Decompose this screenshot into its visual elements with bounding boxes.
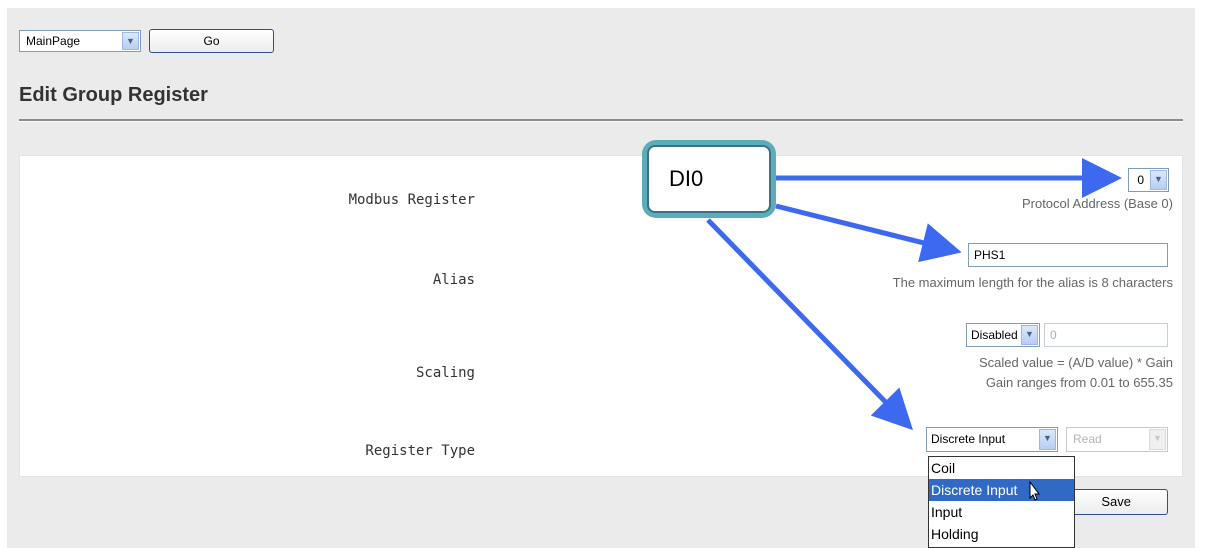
dropdown-option-holding[interactable]: Holding bbox=[929, 523, 1074, 545]
arrow-to-alias bbox=[775, 203, 962, 263]
mouse-pointer-icon bbox=[1029, 480, 1040, 501]
dropdown-option-coil[interactable]: Coil bbox=[929, 457, 1074, 479]
register-type-dropdown: Coil Discrete Input Input Holding bbox=[928, 456, 1075, 548]
arrow-to-register-type bbox=[706, 218, 913, 431]
dropdown-option-discrete-input[interactable]: Discrete Input bbox=[929, 479, 1074, 501]
dropdown-option-input[interactable]: Input bbox=[929, 501, 1074, 523]
